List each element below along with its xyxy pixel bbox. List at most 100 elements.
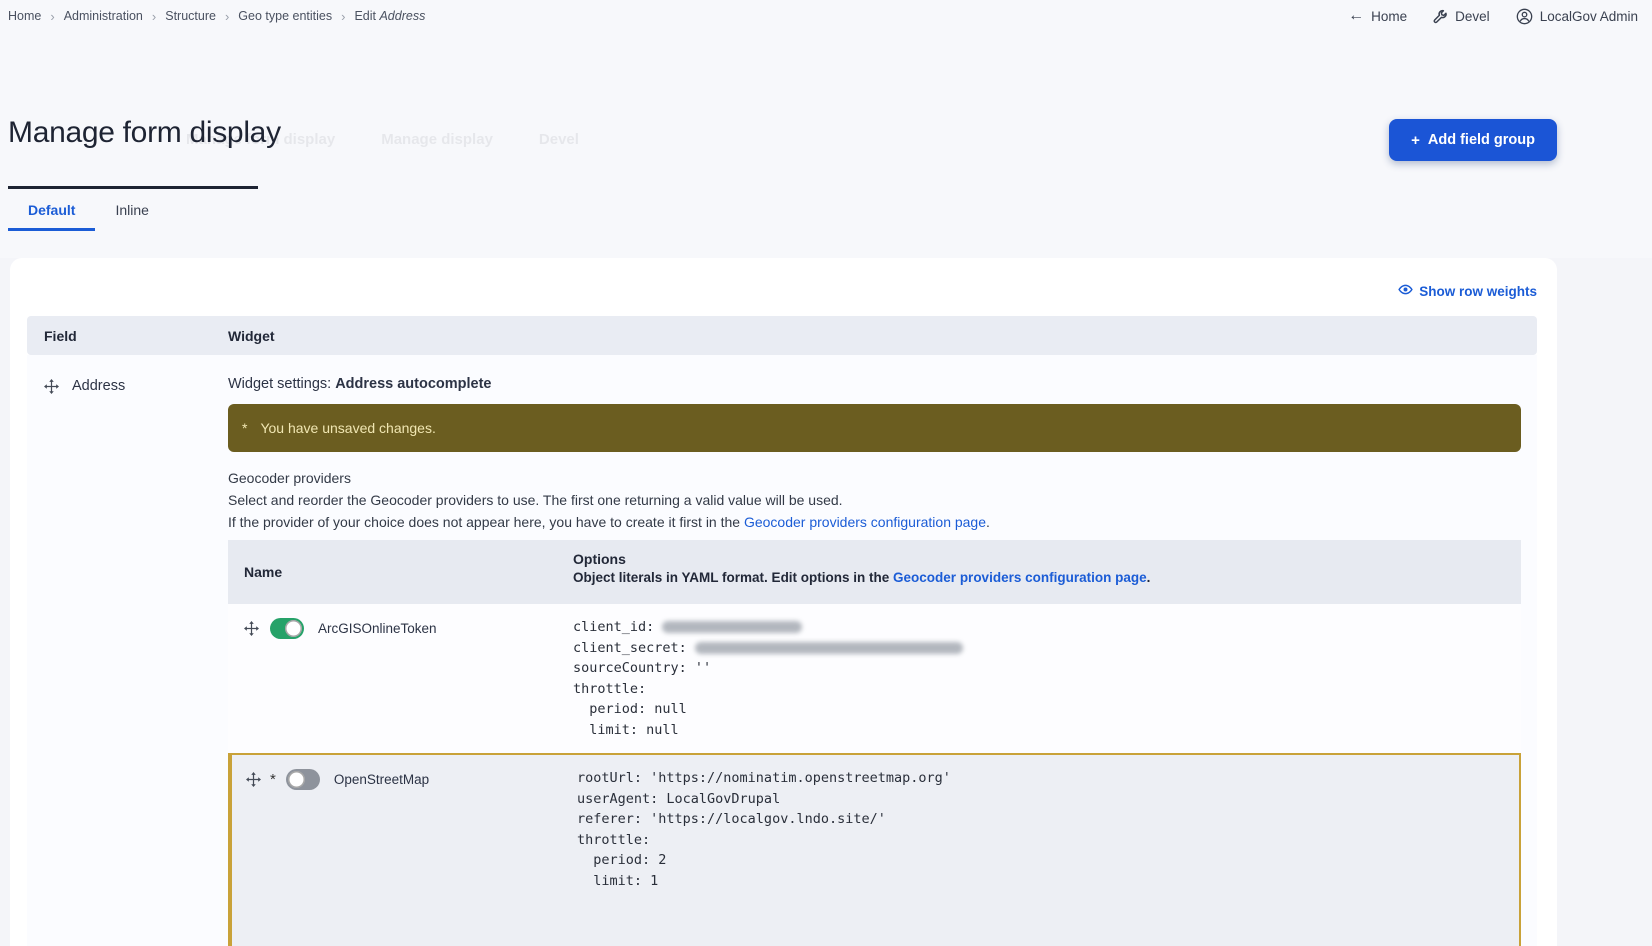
show-row-weights-label: Show row weights [1419, 284, 1537, 299]
page-title: Manage form display [8, 116, 281, 150]
toolbar-devel[interactable]: Devel [1433, 9, 1490, 24]
user-avatar-icon [1516, 8, 1533, 25]
add-field-group-button[interactable]: + Add field group [1389, 119, 1557, 161]
column-header-name: Name [228, 540, 573, 604]
widget-settings-prefix: Widget settings: [228, 376, 335, 392]
breadcrumb-geo-type-entities[interactable]: Geo type entities [238, 9, 332, 23]
toolbar-user-account[interactable]: LocalGov Admin [1516, 8, 1638, 25]
yaml-line: rootUrl: 'https://nominatim.openstreetma… [577, 768, 1519, 789]
yaml-line: referer: 'https://localgov.lndo.site/' [577, 809, 1519, 830]
provider-name: OpenStreetMap [334, 772, 429, 787]
yaml-line: limit: 1 [577, 871, 1519, 892]
yaml-line: throttle: [577, 830, 1519, 851]
widget-settings-cell: Widget settings: Address autocomplete * … [228, 355, 1537, 946]
yaml-line: client_secret: [573, 638, 1521, 659]
geocoder-providers-table: Name Options Object literals in YAML for… [228, 540, 1521, 946]
breadcrumb-current-entity: Address [379, 9, 425, 23]
provider-options-yaml[interactable]: rootUrl: 'https://nominatim.openstreetma… [577, 768, 1519, 891]
wrench-icon [1433, 9, 1448, 24]
providers-table-header: Name Options Object literals in YAML for… [228, 540, 1521, 604]
warning-asterisk: * [242, 420, 247, 436]
provider-name-cell: ArcGISOnlineToken [228, 604, 573, 639]
provider-enabled-toggle[interactable] [286, 769, 320, 790]
toolbar-back-home[interactable]: ← Home [1348, 7, 1407, 25]
options-subtitle-prefix: Object literals in YAML format. Edit opt… [573, 570, 893, 585]
back-arrow-icon: ← [1348, 7, 1364, 25]
yaml-line: period: 2 [577, 850, 1519, 871]
drag-handle-icon[interactable] [44, 379, 59, 394]
eye-icon [1398, 282, 1413, 300]
toolbar-devel-label: Devel [1455, 9, 1490, 24]
breadcrumb-current-prefix: Edit [354, 9, 379, 23]
geocoder-description-2-suffix: . [986, 514, 990, 530]
form-display-card: Show row weights Field Widget Address Wi… [10, 258, 1557, 946]
options-config-page-link[interactable]: Geocoder providers configuration page [893, 570, 1147, 585]
options-title: Options [573, 551, 1521, 567]
geocoder-description-1: Select and reorder the Geocoder provider… [228, 492, 1521, 508]
provider-name: ArcGISOnlineToken [318, 621, 437, 636]
yaml-line: period: null [573, 699, 1521, 720]
show-row-weights-link[interactable]: Show row weights [1398, 282, 1537, 300]
widget-settings-summary: Widget settings: Address autocomplete [228, 376, 1521, 392]
form-mode-tabs: Default Inline [8, 194, 169, 231]
breadcrumb-separator: › [152, 9, 156, 24]
drag-handle-icon[interactable] [246, 772, 261, 787]
options-subtitle: Object literals in YAML format. Edit opt… [573, 570, 1521, 585]
breadcrumb-bar: Home › Administration › Structure › Geo … [0, 0, 1652, 28]
provider-row-openstreetmap: * OpenStreetMap rootUrl: 'https://nomina… [228, 753, 1521, 946]
yaml-line: throttle: [573, 679, 1521, 700]
field-name-address: Address [72, 378, 125, 394]
geocoder-description-2-prefix: If the provider of your choice does not … [228, 514, 744, 530]
toggle-knob [285, 620, 302, 637]
warning-message: You have unsaved changes. [260, 420, 435, 436]
column-header-options: Options Object literals in YAML format. … [573, 540, 1521, 604]
provider-name-cell: * OpenStreetMap [232, 755, 577, 790]
geocoder-description-2: If the provider of your choice does not … [228, 514, 1521, 530]
column-header-field: Field [27, 328, 228, 344]
tab-default[interactable]: Default [8, 194, 95, 231]
breadcrumb-separator: › [50, 9, 54, 24]
toolbar-user-label: LocalGov Admin [1540, 9, 1638, 24]
provider-enabled-toggle[interactable] [270, 618, 304, 639]
tab-inline[interactable]: Inline [95, 194, 168, 231]
ghost-tab-manage-display[interactable]: Manage display [381, 131, 493, 148]
breadcrumb-structure[interactable]: Structure [165, 9, 216, 23]
breadcrumb-home[interactable]: Home [8, 9, 41, 23]
yaml-line: client_id: [573, 617, 1521, 638]
yaml-line: limit: null [573, 720, 1521, 741]
options-subtitle-suffix: . [1147, 570, 1151, 585]
yaml-line: userAgent: LocalGovDrupal [577, 789, 1519, 810]
unsaved-changes-warning: * You have unsaved changes. [228, 404, 1521, 452]
yaml-line: sourceCountry: '' [573, 658, 1521, 679]
widget-settings-value: Address autocomplete [335, 376, 491, 392]
yaml-text: client_id: [573, 617, 662, 638]
address-field-row: Address Widget settings: Address autocom… [27, 355, 1537, 946]
redacted-client-secret [695, 642, 963, 654]
add-field-group-label: Add field group [1428, 132, 1535, 148]
provider-row-arcgisonlinetoken: ArcGISOnlineToken client_id: client_secr… [228, 604, 1521, 753]
toggle-knob [288, 771, 305, 788]
provider-options-cell: rootUrl: 'https://nominatim.openstreetma… [577, 755, 1519, 946]
breadcrumb-separator: › [341, 9, 345, 24]
yaml-text: client_secret: [573, 638, 695, 659]
address-field-cell: Address [27, 355, 228, 394]
geocoder-providers-label: Geocoder providers [228, 470, 1521, 486]
provider-options-yaml[interactable]: client_id: client_secret: sourceCountry:… [573, 617, 1521, 740]
breadcrumb-administration[interactable]: Administration [64, 9, 143, 23]
drag-handle-icon[interactable] [244, 621, 259, 636]
toolbar-home-label: Home [1371, 9, 1407, 24]
breadcrumb: Home › Administration › Structure › Geo … [8, 9, 425, 24]
changed-marker: * [270, 771, 276, 788]
breadcrumb-separator: › [225, 9, 229, 24]
breadcrumb-current: Edit Address [354, 9, 425, 23]
redacted-client-id [662, 621, 802, 633]
top-header-region: Home › Administration › Structure › Geo … [0, 0, 1652, 258]
ghost-tab-devel[interactable]: Devel [539, 131, 579, 148]
geocoder-config-page-link[interactable]: Geocoder providers configuration page [744, 514, 986, 530]
active-tab-underline [8, 186, 258, 189]
column-header-widget: Widget [228, 328, 275, 344]
provider-options-cell: client_id: client_secret: sourceCountry:… [573, 604, 1521, 753]
fields-table-header: Field Widget [27, 316, 1537, 355]
plus-icon: + [1411, 132, 1420, 149]
admin-toolbar: ← Home Devel Loc [1348, 7, 1638, 25]
